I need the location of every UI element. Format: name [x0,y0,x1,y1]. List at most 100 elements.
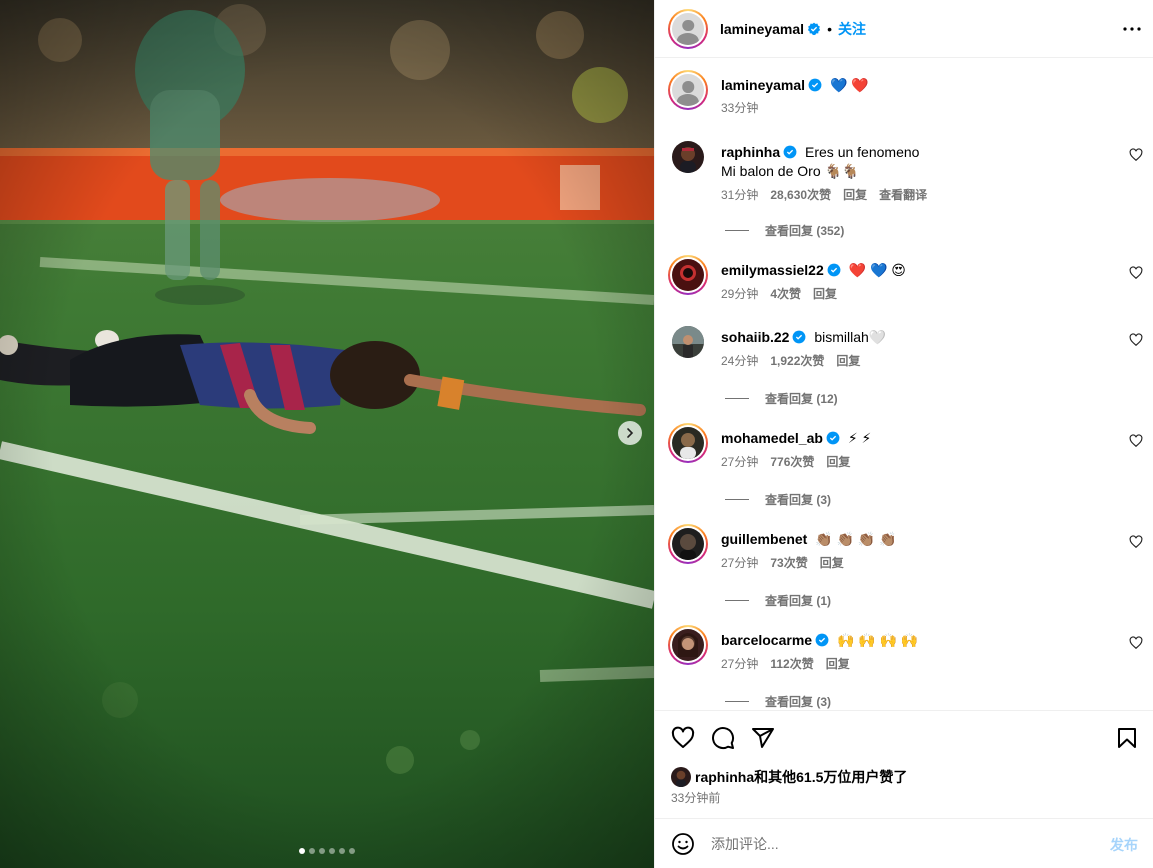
verified-badge-icon [808,78,822,92]
verified-badge-icon [827,263,841,277]
comment-time: 24分钟 [721,354,759,368]
comment-text: 🙌 🙌 🙌 🙌 [836,632,919,648]
commenter-avatar[interactable] [668,322,708,362]
reply-button[interactable]: 回复 [820,555,844,571]
reply-button[interactable]: 回复 [826,656,850,672]
comment-like-count[interactable]: 112次赞 [770,656,813,672]
comment-username[interactable]: mohamedel_ab [721,430,823,446]
likes-summary[interactable]: raphinha和其他61.5万位用户赞了 [671,767,907,787]
comment-text-line2: Mi balon de Oro 🐐🐐 [721,163,860,179]
comment-username[interactable]: raphinha [721,144,780,160]
view-replies-button[interactable]: 查看回复 (12) [725,390,838,407]
caption-username[interactable]: lamineyamal [721,77,805,93]
verified-badge-icon [807,22,821,35]
comment-like-count[interactable]: 4次赞 [770,286,801,302]
heart-icon[interactable] [1129,333,1143,347]
heart-icon[interactable] [671,726,695,750]
carousel-dot [309,848,315,854]
next-slide-button[interactable] [618,421,642,445]
commenter-avatar[interactable] [668,524,708,564]
comment-composer: 发布 [655,818,1153,868]
comment-input[interactable] [711,835,1091,852]
header-separator: • [827,20,832,37]
comment-row: sohaiib.22 bismillah🤍 24分钟 1,922次赞 回复 [668,322,1143,372]
view-replies-button[interactable]: 查看回复 (3) [725,693,831,710]
caption-text: 💙 ❤️ [829,77,869,93]
liker-avatar [671,767,691,787]
heart-icon[interactable] [1129,434,1143,448]
comment-like-count[interactable]: 28,630次赞 [770,187,831,203]
more-options-button[interactable] [1120,17,1144,41]
post-photo [0,0,654,868]
comment-username[interactable]: guillembenet [721,531,807,547]
verified-badge-icon [783,145,797,159]
heart-icon[interactable] [1129,148,1143,162]
comment-time: 27分钟 [721,455,759,469]
comment-text: bismillah🤍 [814,329,887,345]
reply-button[interactable]: 回复 [826,454,850,470]
comment-username[interactable]: barcelocarme [721,632,812,648]
view-replies-button[interactable]: 查看回复 (352) [725,222,844,239]
heart-icon[interactable] [1129,266,1143,280]
comment-username[interactable]: emilymassiel22 [721,262,824,278]
comment-icon[interactable] [711,726,735,750]
comment-time: 27分钟 [721,556,759,570]
comment-like-count[interactable]: 1,922次赞 [770,353,824,369]
carousel-dot [319,848,325,854]
chevron-right-icon [627,428,634,438]
comment-row: barcelocarme 🙌 🙌 🙌 🙌 27分钟 112次赞 回复 [668,625,1143,675]
comment-like-count[interactable]: 776次赞 [770,454,814,470]
reply-button[interactable]: 回复 [836,353,860,369]
post-comment-button[interactable]: 发布 [1110,835,1138,855]
follow-button[interactable]: 关注 [838,19,866,39]
view-replies-label: 查看回复 (3) [765,695,832,709]
author-avatar[interactable] [668,8,708,49]
comment-row: mohamedel_ab ⚡ ⚡ 27分钟 776次赞 回复 [668,423,1143,473]
comment-text: Eres un fenomeno [805,144,920,160]
commenter-avatar[interactable] [668,625,708,665]
comment-row: guillembenet 👏🏽 👏🏽 👏🏽 👏🏽 27分钟 73次赞 回复 [668,524,1143,574]
carousel-dot [349,848,355,854]
post-dialog: lamineyamal • 关注 lamineyamal 💙 ❤️ 33分钟 r… [0,0,1153,868]
comment-text: ❤️ 💙 😍 [848,262,906,278]
likes-summary-text: raphinha和其他61.5万位用户赞了 [695,769,908,785]
comment-time: 31分钟 [721,188,759,202]
view-replies-button[interactable]: 查看回复 (3) [725,491,831,508]
post-time: 33分钟前 [671,791,721,805]
comment-like-count[interactable]: 73次赞 [770,555,807,571]
heart-icon[interactable] [1129,636,1143,650]
share-icon[interactable] [751,726,775,750]
carousel-indicator [0,848,654,854]
view-replies-label: 查看回复 (1) [765,594,832,608]
smiley-icon[interactable] [671,832,695,856]
see-translation-button[interactable]: 查看翻译 [879,187,927,203]
heart-icon[interactable] [1129,535,1143,549]
verified-badge-icon [815,633,829,647]
view-replies-button[interactable]: 查看回复 (1) [725,592,831,609]
carousel-dot [299,848,305,854]
comment-username[interactable]: sohaiib.22 [721,329,789,345]
reply-button[interactable]: 回复 [813,286,837,302]
comment-text: 👏🏽 👏🏽 👏🏽 👏🏽 [815,531,897,547]
post-panel: lamineyamal • 关注 lamineyamal 💙 ❤️ 33分钟 r… [654,0,1153,868]
caption-time: 33分钟 [721,101,759,115]
author-avatar[interactable] [668,70,708,110]
author-username[interactable]: lamineyamal [720,21,804,37]
comment-time: 29分钟 [721,287,759,301]
verified-badge-icon [793,330,806,344]
post-media[interactable] [0,0,654,868]
view-replies-label: 查看回复 (12) [765,392,838,406]
post-header: lamineyamal • 关注 [655,0,1153,58]
carousel-dot [339,848,345,854]
carousel-dot [329,848,335,854]
view-replies-label: 查看回复 (3) [765,493,832,507]
more-horizontal-icon [1123,27,1141,31]
comment-row: raphinha Eres un fenomeno Mi balon de Or… [668,137,1143,202]
commenter-avatar[interactable] [668,255,708,295]
commenter-avatar[interactable] [668,137,708,177]
bookmark-icon[interactable] [1115,726,1139,750]
view-replies-label: 查看回复 (352) [765,224,845,238]
comments-list[interactable]: lamineyamal 💙 ❤️ 33分钟 raphinha Eres un f… [655,58,1153,710]
commenter-avatar[interactable] [668,423,708,463]
reply-button[interactable]: 回复 [843,187,867,203]
